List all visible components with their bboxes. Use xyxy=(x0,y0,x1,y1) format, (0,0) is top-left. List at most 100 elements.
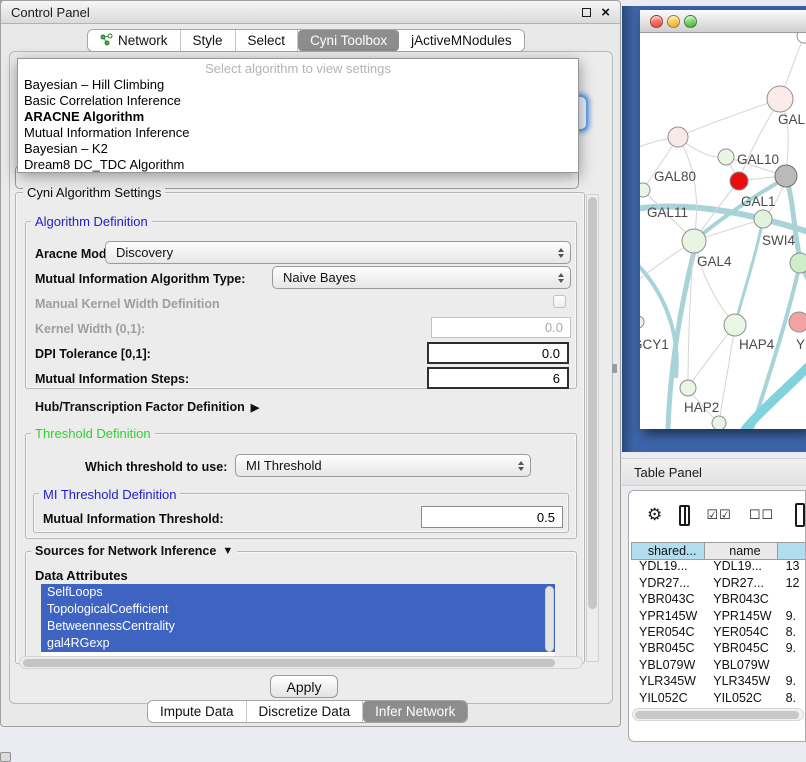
algorithm-option[interactable]: ARACNE Algorithm xyxy=(18,109,578,125)
aracne-mode-combobox[interactable]: Discovery xyxy=(105,241,571,264)
mi-steps-label: Mutual Information Steps: xyxy=(35,372,189,386)
table-row[interactable]: YLR345WYLR345W9. xyxy=(631,673,806,689)
tab-jactivemnodules[interactable]: jActiveMNodules xyxy=(399,30,524,51)
mac-close-icon[interactable] xyxy=(650,15,663,28)
network-node-hap4[interactable] xyxy=(724,314,746,336)
scrollbar-thumb[interactable] xyxy=(23,659,555,667)
network-node-y[interactable] xyxy=(789,312,806,332)
table-horizontal-scrollbar[interactable] xyxy=(632,708,804,721)
algorithm-option[interactable]: Dream8 DC_TDC Algorithm xyxy=(18,157,578,173)
attributes-scrollbar-thumb[interactable] xyxy=(545,586,554,652)
node-label: HAP2 xyxy=(684,400,719,415)
algorithm-definition-title: Algorithm Definition xyxy=(31,214,152,229)
network-node-swi4[interactable] xyxy=(790,253,806,273)
network-node[interactable] xyxy=(797,33,806,43)
tab-network[interactable]: Network xyxy=(88,30,181,51)
tab-select[interactable]: Select xyxy=(236,30,299,51)
split-columns-icon[interactable] xyxy=(679,505,689,526)
settings-horizontal-scrollbar[interactable] xyxy=(19,656,583,669)
network-node-gal11[interactable] xyxy=(640,183,650,197)
table-row[interactable]: YBL079WYBL079W xyxy=(631,657,806,673)
tab-label: jActiveMNodules xyxy=(411,33,512,48)
network-node-gal10[interactable] xyxy=(718,149,734,165)
tab-impute-data[interactable]: Impute Data xyxy=(148,701,247,722)
network-node-gal1[interactable] xyxy=(754,210,772,228)
table-cell: YBR043C xyxy=(705,591,777,607)
table-cell: YLR345W xyxy=(631,673,705,689)
mac-minimize-icon[interactable] xyxy=(667,15,680,28)
table-cell: 13 xyxy=(778,558,806,574)
table-cell: YBL079W xyxy=(631,657,705,673)
table-row[interactable]: YPR145WYPR145W9. xyxy=(631,608,806,624)
manual-kernel-width-checkbox[interactable] xyxy=(553,295,566,308)
network-node-hap2[interactable] xyxy=(680,380,696,396)
dpi-tolerance-input[interactable] xyxy=(427,342,569,364)
algorithm-option[interactable]: Bayesian – K2 xyxy=(18,141,578,157)
tab-cyni-toolbox[interactable]: Cyni Toolbox xyxy=(298,30,399,51)
manual-kernel-width-label: Manual Kernel Width Definition xyxy=(35,297,220,311)
tab-label: Style xyxy=(193,33,223,48)
scrollbar-thumb[interactable] xyxy=(588,197,597,609)
attribute-item[interactable]: BetweennessCentrality xyxy=(41,618,555,635)
table-cell: 8. xyxy=(778,690,806,706)
mi-algorithm-type-combobox[interactable]: Naive Bayes xyxy=(272,266,571,289)
table-cell: YDR27... xyxy=(631,575,705,591)
table-cell: YDL19... xyxy=(705,558,777,574)
table-row[interactable]: YIL052CYIL052C8. xyxy=(631,690,806,706)
column-header[interactable] xyxy=(778,542,806,560)
hub-definition-expander[interactable]: Hub/Transcription Factor Definition ▶ xyxy=(35,400,259,414)
table-row[interactable]: YDR27...YDR27...12 xyxy=(631,575,806,591)
sources-expander[interactable]: Sources for Network Inference ▼ xyxy=(31,544,237,558)
attribute-item[interactable]: SelfLoops xyxy=(41,584,555,601)
attribute-item[interactable]: TopologicalCoefficient xyxy=(41,601,555,618)
network-canvas[interactable]: GALGAL80GAL10GAL11GAL1GAL4SWI4GCY1HAP4YH… xyxy=(640,33,806,429)
network-node-gal4[interactable] xyxy=(682,229,706,253)
network-node-gcy1[interactable] xyxy=(640,316,644,328)
node-label: SWI4 xyxy=(762,233,795,248)
kernel-width-input[interactable] xyxy=(431,317,571,338)
algorithm-option[interactable]: Bayesian – Hill Climbing xyxy=(18,77,578,93)
sources-title: Sources for Network Inference xyxy=(35,544,216,558)
network-node[interactable] xyxy=(730,172,748,190)
aracne-mode-value: Discovery xyxy=(116,245,173,260)
threshold-definition-title: Threshold Definition xyxy=(31,426,155,441)
settings-vertical-scrollbar[interactable] xyxy=(586,194,599,662)
node-label: Y xyxy=(796,337,805,352)
file-icon[interactable] xyxy=(795,503,805,527)
table-cell: YPR145W xyxy=(705,608,777,624)
mi-algorithm-type-value: Naive Bayes xyxy=(283,270,356,285)
chevron-right-icon: ▶ xyxy=(251,401,259,414)
tab-style[interactable]: Style xyxy=(181,30,236,51)
mac-zoom-icon[interactable] xyxy=(684,15,697,28)
which-threshold-combobox[interactable]: MI Threshold xyxy=(235,454,531,477)
mi-steps-input[interactable] xyxy=(427,367,569,389)
tab-discretize-data[interactable]: Discretize Data xyxy=(247,701,364,722)
close-icon[interactable]: × xyxy=(601,8,610,17)
table-row[interactable]: YER054CYER054C8. xyxy=(631,624,806,640)
network-node[interactable] xyxy=(775,165,797,187)
table-row[interactable]: YDL19...YDL19...13 xyxy=(631,558,806,574)
network-window-titlebar[interactable] xyxy=(640,10,806,33)
column-header[interactable]: name xyxy=(705,542,777,560)
scrollbar-thumb[interactable] xyxy=(635,711,799,719)
data-attributes-label: Data Attributes xyxy=(35,568,128,583)
table-cell: YBR045C xyxy=(705,640,777,656)
network-node[interactable] xyxy=(712,416,726,429)
deselect-all-checkboxes-icon[interactable]: ☐☐ xyxy=(749,507,774,523)
mi-threshold-input[interactable] xyxy=(421,506,563,528)
network-node-gal[interactable] xyxy=(767,86,793,112)
algorithm-option[interactable]: Mutual Information Inference xyxy=(18,125,578,141)
bottom-left-icon[interactable] xyxy=(0,752,11,762)
select-all-checkboxes-icon[interactable]: ☑☑ xyxy=(707,507,732,523)
panel-divider-handle[interactable] xyxy=(612,364,617,373)
network-node-gal80[interactable] xyxy=(668,127,688,147)
apply-button[interactable]: Apply xyxy=(270,675,338,698)
attribute-item[interactable]: gal4RGexp xyxy=(41,635,555,652)
table-row[interactable]: YBR045CYBR045C9. xyxy=(631,640,806,656)
float-window-icon[interactable] xyxy=(582,8,591,17)
tab-infer-network[interactable]: Infer Network xyxy=(363,701,467,722)
table-row[interactable]: YBR043CYBR043C xyxy=(631,591,806,607)
algorithm-option[interactable]: Basic Correlation Inference xyxy=(18,93,578,109)
column-header[interactable]: shared... xyxy=(631,542,705,560)
gear-icon[interactable]: ⚙ xyxy=(647,505,662,525)
